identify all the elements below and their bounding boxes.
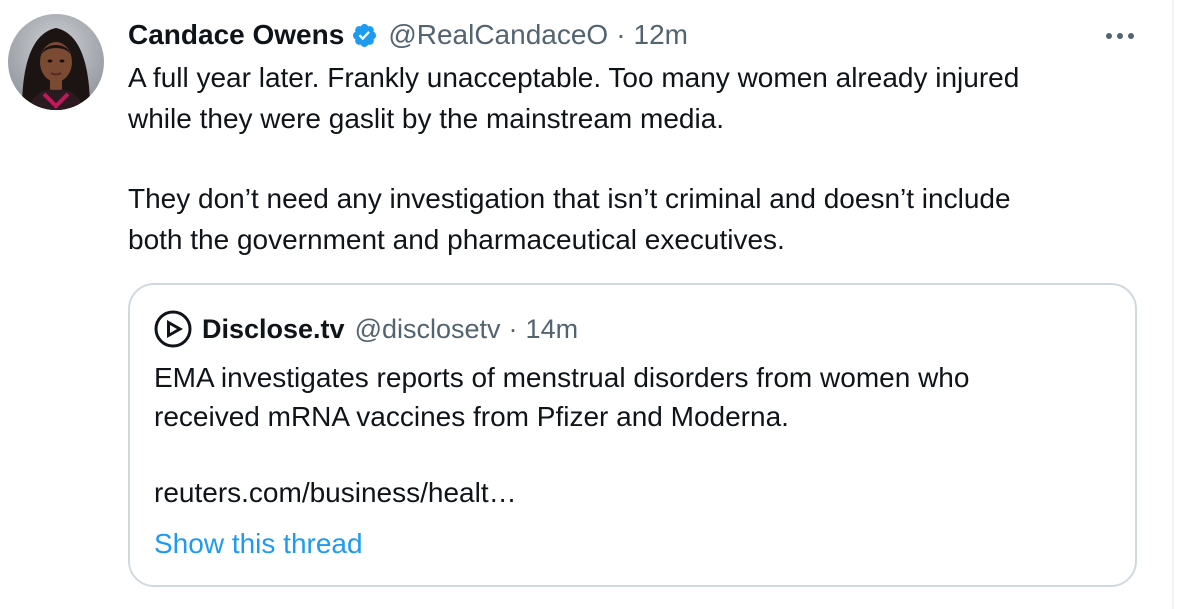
quote-text: EMA investigates reports of menstrual di… xyxy=(154,359,969,513)
quote-author-name[interactable]: Disclose.tv xyxy=(202,314,345,345)
tweet-text: A full year later. Frankly unacceptable.… xyxy=(128,58,1128,260)
quoted-tweet-card[interactable]: Disclose.tv @disclosetv · 14m EMA invest… xyxy=(128,283,1137,587)
tweet-text-line: both the government and pharmaceutical e… xyxy=(128,223,785,255)
quote-link: reuters.com/business/healt… xyxy=(154,477,517,508)
tweet-text-line: while they were gaslit by the mainstream… xyxy=(128,102,725,134)
timeline-divider xyxy=(1172,0,1174,609)
quote-header: Disclose.tv @disclosetv · 14m xyxy=(154,309,578,349)
verified-badge-icon xyxy=(353,23,377,47)
tweet-text-line: They don’t need any investigation that i… xyxy=(128,183,1011,214)
quote-text-line: EMA investigates reports of menstrual di… xyxy=(154,362,970,393)
header-separator: · xyxy=(616,19,626,50)
author-avatar[interactable] xyxy=(8,14,104,110)
quote-text-line: received mRNA vaccines from Pfizer and M… xyxy=(154,400,789,432)
quote-author-handle[interactable]: @disclosetv xyxy=(355,314,501,345)
tweet-timestamp[interactable]: 12m xyxy=(634,19,688,51)
quote-timestamp[interactable]: 14m xyxy=(526,314,579,345)
more-horizontal-icon[interactable] xyxy=(1100,18,1140,54)
author-name[interactable]: Candace Owens xyxy=(128,19,344,51)
tweet-header: Candace Owens @RealCandaceO · 12m xyxy=(128,15,688,55)
avatar-photo-icon xyxy=(8,14,104,110)
quote-header-separator: · xyxy=(508,313,518,344)
author-handle[interactable]: @RealCandaceO xyxy=(388,19,608,51)
tweet-text-line: A full year later. Frankly unacceptable.… xyxy=(128,62,1020,93)
show-this-thread-link[interactable]: Show this thread xyxy=(154,525,363,563)
disclose-play-logo-icon xyxy=(154,310,192,348)
